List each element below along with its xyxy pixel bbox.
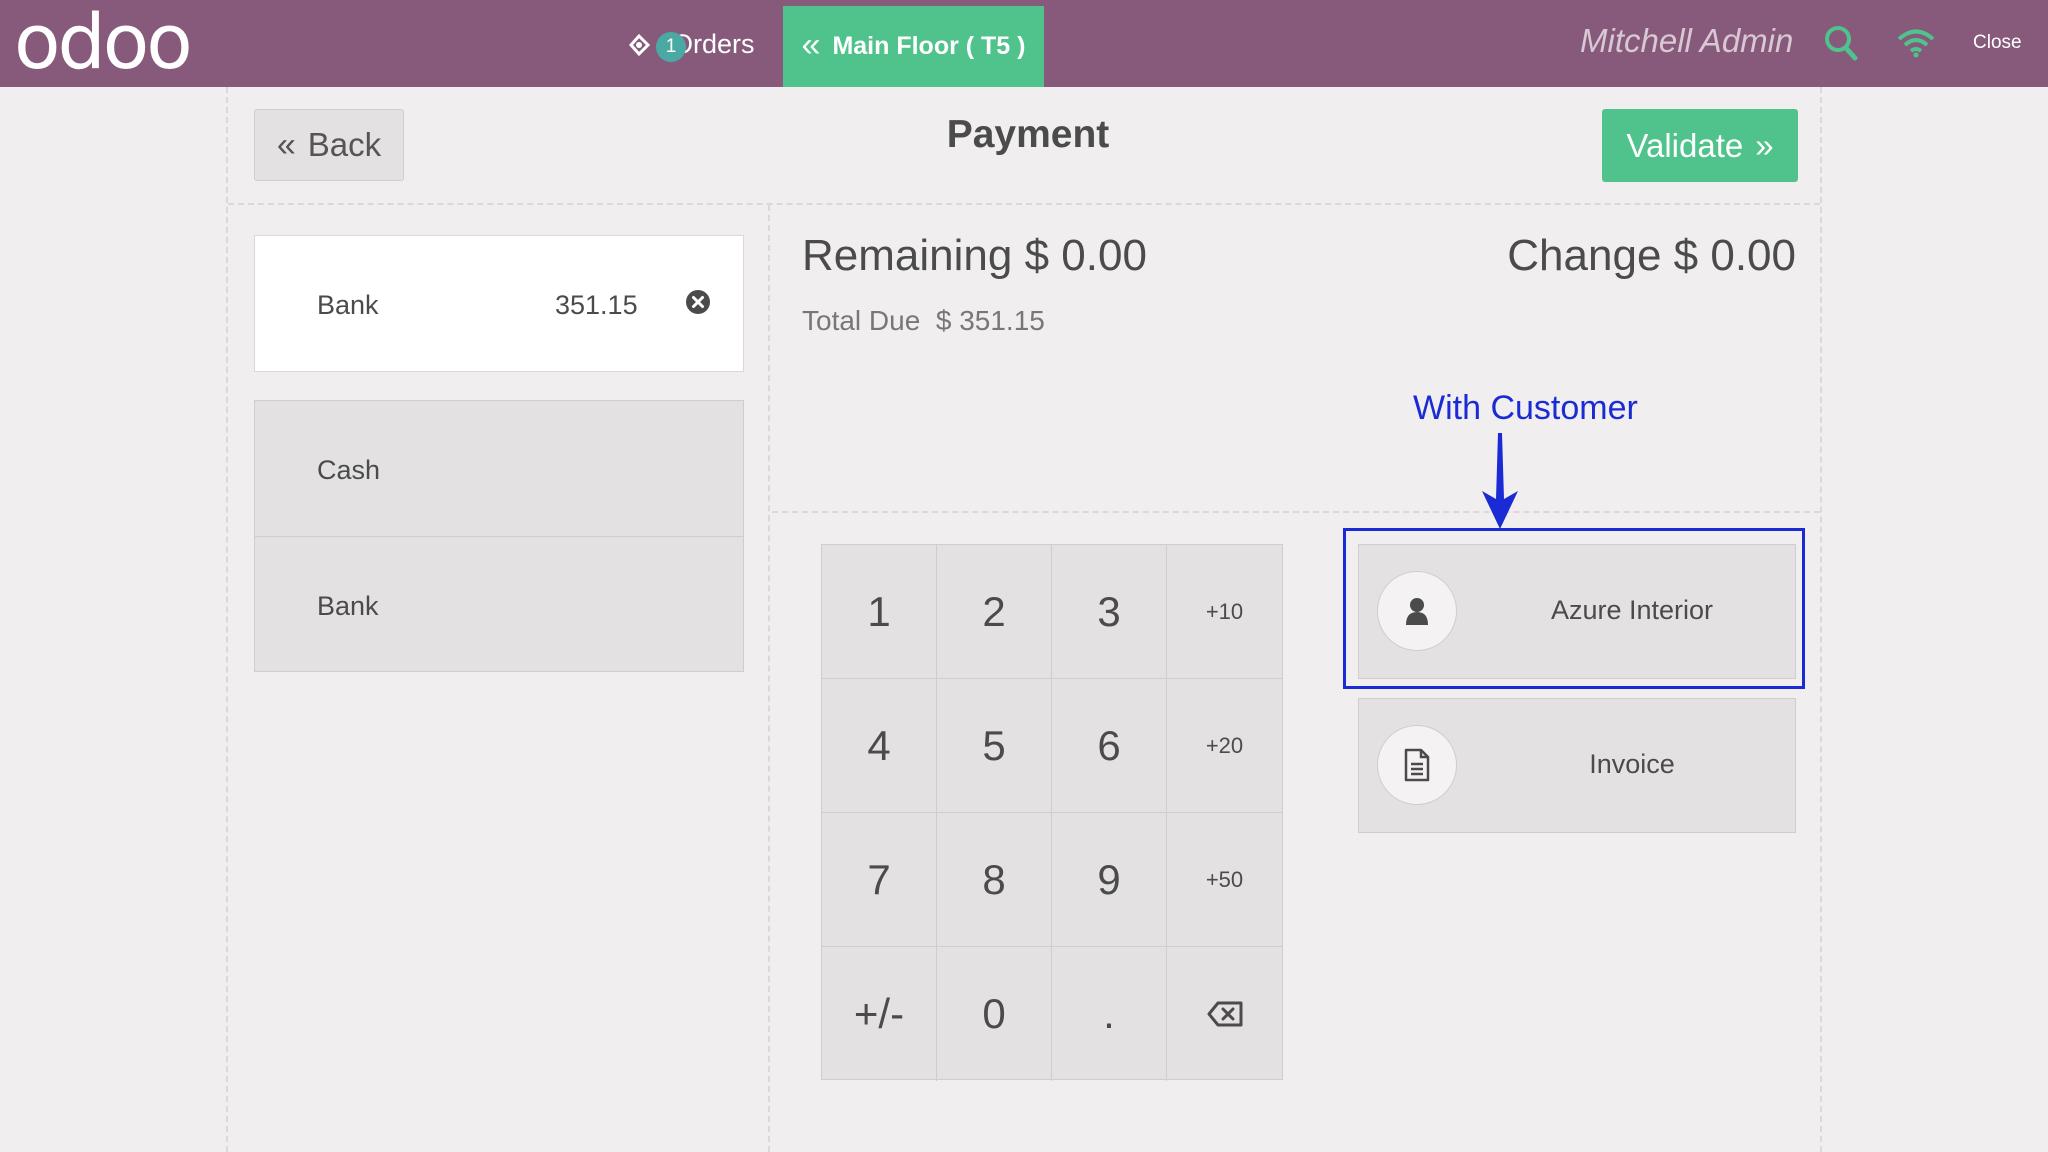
numpad: 1 2 3 +10 4 5 6 +20 7 8 9 +50 +/- 0 . [821,544,1283,1081]
numpad-key-4[interactable]: 4 [822,679,937,813]
numpad-key-6[interactable]: 6 [1052,679,1167,813]
annotation-label: With Customer [1413,389,1638,427]
numpad-key-2[interactable]: 2 [937,545,1052,679]
remaining-amount: Remaining $ 0.00 [802,231,1147,281]
floor-button[interactable]: « Main Floor ( T5 ) [783,6,1044,87]
payment-method-label: Cash [317,455,381,485]
total-due-value: $ 351.15 [935,305,1045,336]
numpad-key-7[interactable]: 7 [822,813,937,947]
double-chevron-left-icon: « [801,25,821,64]
double-chevron-right-icon: » [1755,126,1774,164]
arrow-down-icon [1478,433,1522,534]
total-due-label: Total Due [802,305,921,336]
numpad-key-8[interactable]: 8 [937,813,1052,947]
close-button[interactable]: Close [1973,32,2022,54]
paymentline-amount: 351.15 [555,290,638,320]
numpad-key-plus-minus[interactable]: +/- [822,947,937,1081]
delete-paymentline-icon[interactable] [685,289,711,320]
validate-label: Validate [1626,126,1744,164]
orders-count-badge: 1 [656,32,686,62]
back-button[interactable]: « Back [254,109,404,181]
back-label: Back [307,126,382,163]
backspace-icon[interactable] [1167,947,1282,1081]
total-due: Total Due $ 351.15 [802,305,1045,337]
numpad-key-0[interactable]: 0 [937,947,1052,1081]
numpad-key-1[interactable]: 1 [822,545,937,679]
remaining-label: Remaining [802,231,1013,280]
validate-button[interactable]: Validate » [1602,109,1798,182]
orders-button[interactable]: 1 Orders [626,12,755,76]
user-icon [1377,571,1457,651]
invoice-button[interactable]: Invoice [1358,698,1796,833]
paymentline-name: Bank [317,290,379,320]
payment-header: « Back Payment Validate » [228,87,1820,205]
remaining-value: $ 0.00 [1024,231,1147,280]
payment-method-bank[interactable]: Bank [255,536,743,671]
ticket-icon: 1 [626,26,686,62]
floor-label: Main Floor ( T5 ) [832,32,1026,60]
numpad-key-plus-20[interactable]: +20 [1167,679,1282,813]
user-name: Mitchell Admin [1580,22,1794,59]
payment-method-cash[interactable]: Cash [255,401,743,536]
odoo-logo: odoo [14,0,193,86]
numpad-key-decimal[interactable]: . [1052,947,1167,1081]
change-value: $ 0.00 [1673,231,1796,280]
change-amount: Change $ 0.00 [1507,231,1796,281]
change-label: Change [1507,231,1662,280]
numpad-key-plus-50[interactable]: +50 [1167,813,1282,947]
double-chevron-left-icon: « [276,125,296,164]
numpad-key-plus-10[interactable]: +10 [1167,545,1282,679]
numpad-key-9[interactable]: 9 [1052,813,1167,947]
pos-navbar: odoo 1 Orders « Main Floor ( T5 ) Mitche… [0,0,2048,87]
invoice-label: Invoice [1589,749,1675,779]
numpad-key-3[interactable]: 3 [1052,545,1167,679]
payment-summary: Remaining $ 0.00 Change $ 0.00 Total Due… [772,205,1820,513]
customer-label: Azure Interior [1550,595,1714,625]
document-icon [1377,725,1457,805]
search-icon[interactable] [1824,25,1858,66]
payment-methods-column: Bank 351.15 Cash Bank [228,205,770,1152]
payment-method-list: Cash Bank [254,400,744,672]
payment-method-label: Bank [317,591,379,621]
numpad-key-5[interactable]: 5 [937,679,1052,813]
set-customer-button[interactable]: Azure Interior [1358,544,1796,679]
wifi-icon [1896,28,1936,63]
page-title: Payment [946,113,1110,156]
paymentline-selected[interactable]: Bank 351.15 [254,235,744,372]
